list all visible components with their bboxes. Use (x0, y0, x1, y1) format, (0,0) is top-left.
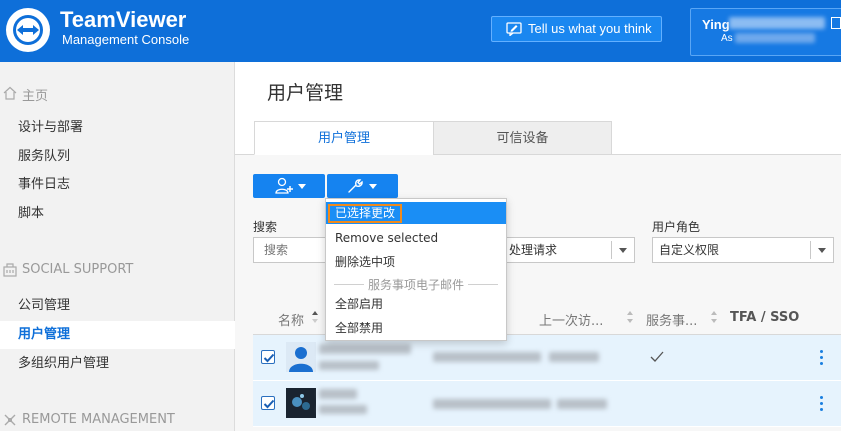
cross-icon (4, 414, 16, 426)
brand-subtitle: Management Console (62, 32, 190, 47)
user-name: Ying (702, 17, 730, 32)
user-menu-icon (831, 17, 841, 29)
redacted-user-name (319, 389, 357, 399)
row-actions-icon[interactable] (820, 396, 824, 412)
row-checkbox[interactable] (261, 350, 275, 364)
sidebar-section-label: SOCIAL SUPPORT (22, 262, 134, 277)
tab-user-management[interactable]: 用户管理 (254, 121, 434, 155)
menu-item-change-selected[interactable]: 已选择更改 (326, 202, 506, 224)
building-icon (3, 263, 17, 277)
menu-item-disable-all[interactable]: 全部禁用 (326, 317, 506, 339)
enabled-check-icon (650, 351, 664, 362)
feedback-label: Tell us what you think (528, 21, 652, 36)
table-row[interactable] (253, 335, 841, 381)
column-header-tfa-sso: TFA / SSO (730, 310, 800, 325)
sidebar-section-label: 主页 (22, 89, 49, 104)
redacted-last-access (549, 352, 599, 362)
redacted-email (433, 352, 541, 362)
table-row[interactable] (253, 381, 841, 427)
user-role-label: 用户角色 (652, 220, 701, 234)
select-divider (810, 241, 811, 259)
teamviewer-logo-icon[interactable] (6, 8, 50, 52)
chevron-down-icon (298, 184, 306, 189)
user-role-value: 自定义权限 (659, 243, 720, 257)
menu-section-header: 服务事项电子邮件 (326, 276, 506, 292)
user-role: As (721, 33, 733, 44)
redacted-user-detail (319, 361, 379, 370)
sidebar-section-label: REMOTE MANAGEMENT (22, 412, 175, 427)
redacted-last-access (557, 399, 607, 409)
sort-icon[interactable] (626, 308, 634, 326)
checkmark-icon (263, 399, 275, 409)
column-header-service-case[interactable]: 服务事... (646, 310, 697, 329)
sort-icon[interactable] (710, 308, 718, 326)
add-user-button[interactable] (253, 174, 325, 198)
user-role-select[interactable]: 自定义权限 (652, 237, 834, 263)
sidebar-item-event-log[interactable]: 事件日志 (0, 171, 235, 199)
search-input[interactable] (253, 237, 328, 263)
menu-item-delete-selected[interactable]: 删除选中项 (326, 251, 506, 273)
request-filter-select[interactable]: 处理请求 (500, 237, 635, 263)
sidebar-item-scripts[interactable]: 脚本 (0, 200, 235, 228)
tools-dropdown-menu: 已选择更改 Remove selected 删除选中项 服务事项电子邮件 全部启… (325, 198, 507, 341)
feedback-button[interactable]: Tell us what you think (491, 16, 662, 42)
tools-menu-button[interactable] (327, 174, 398, 198)
chevron-down-icon (369, 184, 377, 189)
column-header-name[interactable]: 名称 (278, 310, 304, 329)
add-user-icon (275, 177, 293, 194)
tab-trusted-devices[interactable]: 可信设备 (433, 121, 612, 155)
sidebar-item-user-management[interactable]: 用户管理 (0, 321, 235, 349)
menu-item-label: 已选择更改 (328, 204, 403, 223)
brand-name: TeamViewer (60, 7, 187, 32)
page-title: 用户管理 (267, 82, 344, 104)
redacted-email (433, 399, 551, 409)
checkmark-icon (263, 353, 275, 363)
menu-section-label: 服务事项电子邮件 (363, 278, 468, 292)
sidebar-item-design-deploy[interactable]: 设计与部署 (0, 114, 235, 142)
avatar (286, 342, 316, 372)
column-header-last-access[interactable]: 上一次访... (539, 310, 603, 329)
redacted-user-role (735, 33, 815, 43)
home-icon (3, 86, 17, 100)
sidebar-item-service-queue[interactable]: 服务队列 (0, 143, 235, 171)
user-account-menu[interactable]: Ying As (690, 8, 841, 56)
row-actions-icon[interactable] (820, 350, 824, 366)
redacted-user-name (729, 17, 825, 29)
sidebar-item-company-management[interactable]: 公司管理 (0, 292, 235, 320)
chevron-down-icon (619, 248, 627, 253)
menu-item-enable-all[interactable]: 全部启用 (326, 293, 506, 315)
top-header: TeamViewer Management Console Tell us wh… (0, 0, 841, 62)
redacted-user-name (319, 344, 411, 354)
sort-icon[interactable] (311, 308, 319, 326)
request-filter-value: 处理请求 (509, 243, 558, 257)
chevron-down-icon (818, 248, 826, 253)
redacted-user-detail (319, 405, 367, 414)
sidebar: 主页 设计与部署 服务队列 事件日志 脚本 SOCIAL SUPPORT 公司管… (0, 62, 235, 431)
feedback-icon (506, 22, 522, 36)
sidebar-item-multi-org-users[interactable]: 多组织用户管理 (0, 350, 235, 378)
wrench-icon (348, 179, 363, 193)
avatar (286, 388, 316, 418)
select-divider (611, 241, 612, 259)
row-checkbox[interactable] (261, 396, 275, 410)
menu-item-remove-selected[interactable]: Remove selected (326, 227, 506, 249)
search-label: 搜索 (253, 220, 278, 234)
